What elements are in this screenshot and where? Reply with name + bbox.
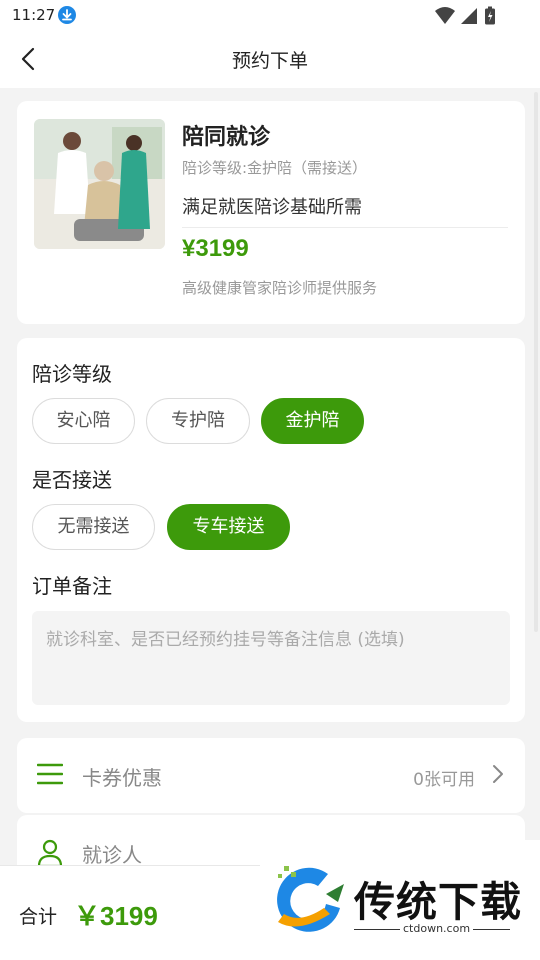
level-chip-anxin[interactable]: 安心陪 [32,398,135,444]
remark-section-label: 订单备注 [32,574,112,598]
status-time: 11:27 [12,6,56,24]
page-title: 预约下单 [231,50,308,72]
divider [182,227,508,228]
product-title: 陪同就诊 [182,125,271,150]
menu-list-icon [37,763,63,785]
level-chip-jinhu[interactable]: 金护陪 [261,398,364,444]
product-level: 陪诊等级:金护陪（需接送） [182,159,368,177]
watermark: 传统下载 ctdown.com [260,840,540,960]
watermark-url: ctdown.com [400,922,474,935]
status-bar: 11:27 [0,0,540,32]
product-service-note: 高级健康管家陪诊师提供服务 [182,279,378,297]
system-icons [434,6,506,26]
level-chip-zhuanhu[interactable]: 专护陪 [146,398,250,444]
watermark-logo-icon [277,866,344,932]
signal-icon [461,8,477,24]
pickup-chip-car[interactable]: 专车接送 [167,504,290,550]
total-amount: ￥3199 [74,901,158,931]
scrollbar[interactable] [534,92,538,632]
watermark-text: 传统下载 [354,878,522,926]
remark-input[interactable] [32,611,510,705]
product-price: ¥3199 [182,235,249,262]
level-section-label: 陪诊等级 [32,362,112,386]
chevron-right-icon [493,765,503,783]
person-icon [37,839,63,867]
battery-icon [485,6,495,25]
download-icon [58,6,76,24]
patient-label: 就诊人 [82,843,142,867]
pickup-section-label: 是否接送 [32,468,112,492]
total-label: 合计 [19,906,58,928]
header-bar: 预约下单 [0,32,540,88]
coupon-label: 卡券优惠 [82,766,162,790]
pickup-chip-none[interactable]: 无需接送 [32,504,155,550]
product-image [34,119,165,249]
coupon-row[interactable]: 卡券优惠 0张可用 [17,738,525,813]
coupon-count: 0张可用 [413,770,475,790]
product-description: 满足就医陪诊基础所需 [182,197,362,218]
wifi-icon [435,7,455,24]
options-card: 陪诊等级 安心陪 专护陪 金护陪 是否接送 无需接送 专车接送 订单备注 [17,338,525,722]
product-card: 陪同就诊 陪诊等级:金护陪（需接送） 满足就医陪诊基础所需 ¥3199 高级健康… [17,101,525,324]
